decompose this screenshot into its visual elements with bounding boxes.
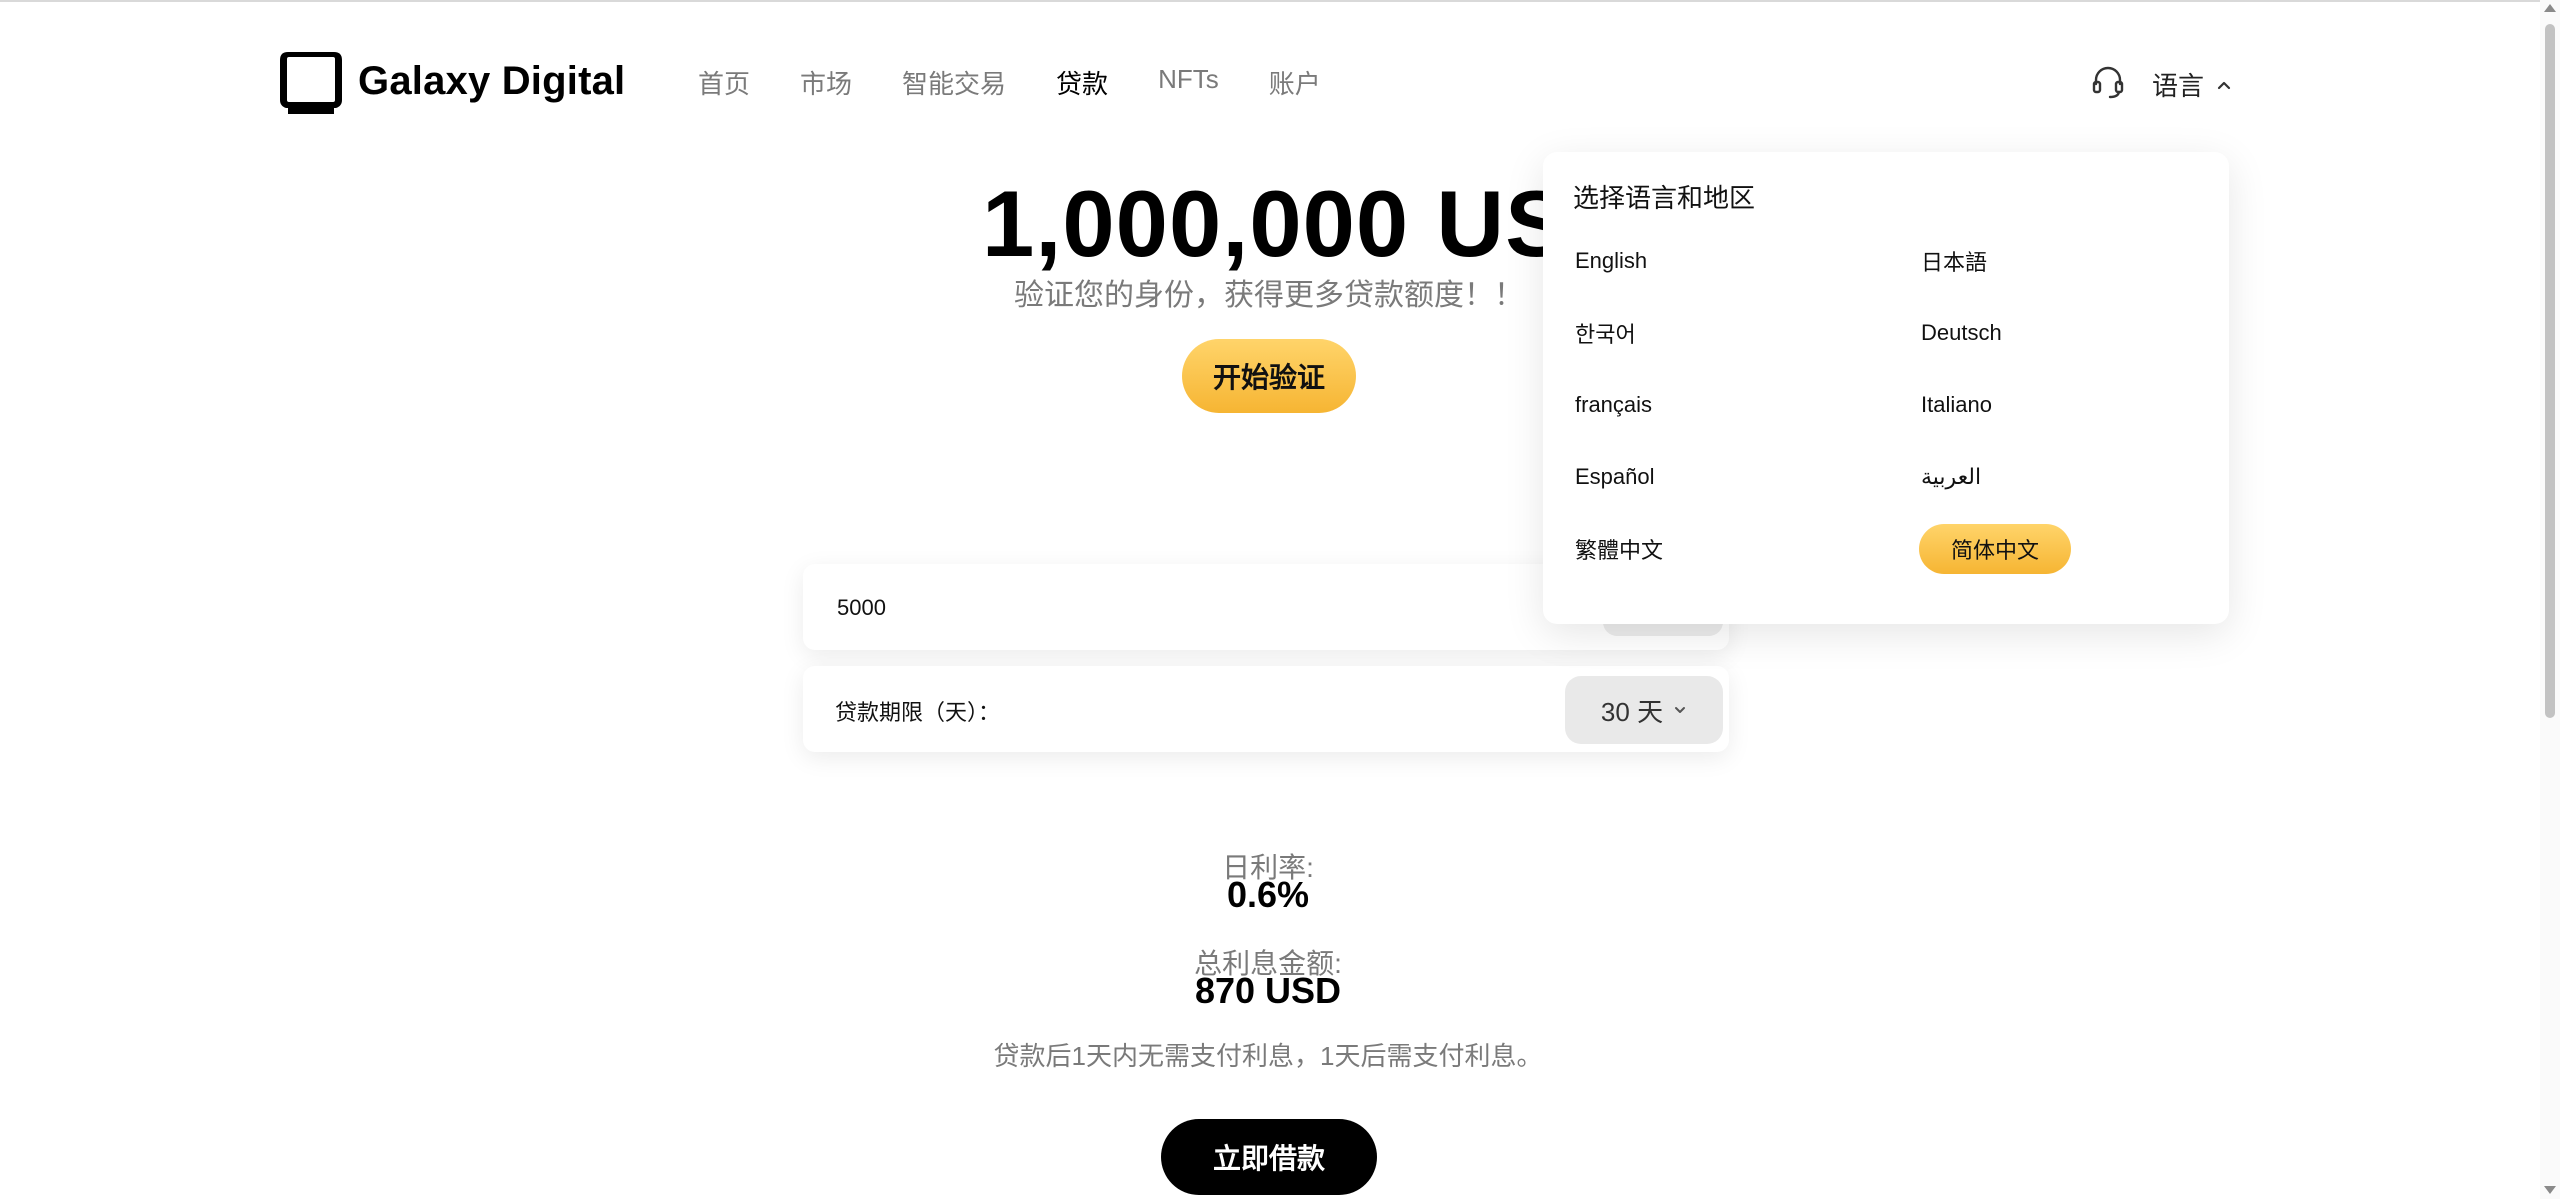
nav-item-nfts[interactable]: NFTs xyxy=(1158,64,1219,101)
max-loan-amount: 1,000,000 USD xyxy=(982,171,1638,276)
total-interest-value: 870 USD xyxy=(1194,970,1342,1011)
loan-term-value: 30 天 xyxy=(1600,696,1664,727)
brand-name: Galaxy Digital xyxy=(358,58,626,103)
language-dropdown: 选择语言和地区 English 日本語 한국어 Deutsch français… xyxy=(1543,152,2229,624)
language-option-french[interactable]: français xyxy=(1543,380,1684,430)
nav-item-home[interactable]: 首页 xyxy=(698,64,750,101)
chevron-down-icon xyxy=(1675,707,1686,713)
language-option-spanish[interactable]: Español xyxy=(1543,452,1687,502)
nav-item-account[interactable]: 账户 xyxy=(1269,64,1321,101)
nav-item-smart-trade[interactable]: 智能交易 xyxy=(902,64,1006,101)
language-option-korean[interactable]: 한국어 xyxy=(1543,308,1668,358)
language-label: 语言 xyxy=(2152,71,2205,101)
language-option-english[interactable]: English xyxy=(1543,236,1679,286)
scroll-up-arrow-icon[interactable] xyxy=(2544,4,2556,12)
start-verification-button[interactable]: 开始验证 xyxy=(1182,339,1356,413)
language-panel-title: 选择语言和地区 xyxy=(1573,183,1756,213)
daily-rate-value: 0.6% xyxy=(1226,874,1310,915)
language-option-japanese[interactable]: 日本語 xyxy=(1889,236,2019,286)
monitor-frame-logo-icon xyxy=(278,48,344,114)
language-option-simplified-chinese[interactable]: 简体中文 xyxy=(1919,524,2072,574)
language-toggle[interactable]: 语言 xyxy=(2152,66,2232,103)
brand-logo[interactable]: Galaxy Digital xyxy=(278,48,625,114)
nav-item-market[interactable]: 市场 xyxy=(800,64,852,101)
loan-term-label: 贷款期限（天）： xyxy=(835,700,1001,725)
language-option-german[interactable]: Deutsch xyxy=(1889,308,2034,358)
loan-amount-input[interactable] xyxy=(835,586,1439,630)
chevron-up-icon xyxy=(2217,81,2231,89)
nav-item-loan[interactable]: 贷款 xyxy=(1056,64,1108,101)
language-option-italian[interactable]: Italiano xyxy=(1889,380,2024,430)
scroll-down-arrow-icon[interactable] xyxy=(2544,1186,2556,1194)
headset-icon[interactable] xyxy=(2090,64,2126,100)
top-border xyxy=(0,0,2560,2)
language-option-arabic[interactable]: العربية xyxy=(1889,452,2013,502)
borrow-now-button[interactable]: 立即借款 xyxy=(1161,1119,1377,1195)
loan-term-select[interactable]: 30 天 xyxy=(1565,676,1723,744)
scrollbar-thumb[interactable] xyxy=(2545,24,2555,718)
verify-prompt: 验证您的身份，获得更多贷款额度！！ xyxy=(1014,279,1524,312)
loan-term-row: 贷款期限（天）： 30 天 xyxy=(803,666,1729,752)
main-nav: 首页 市场 智能交易 贷款 NFTs 账户 xyxy=(698,64,1321,101)
language-option-traditional-chinese[interactable]: 繁體中文 xyxy=(1543,524,1695,574)
interest-note: 贷款后1天内无需支付利息，1天后需支付利息。 xyxy=(993,1041,1543,1071)
